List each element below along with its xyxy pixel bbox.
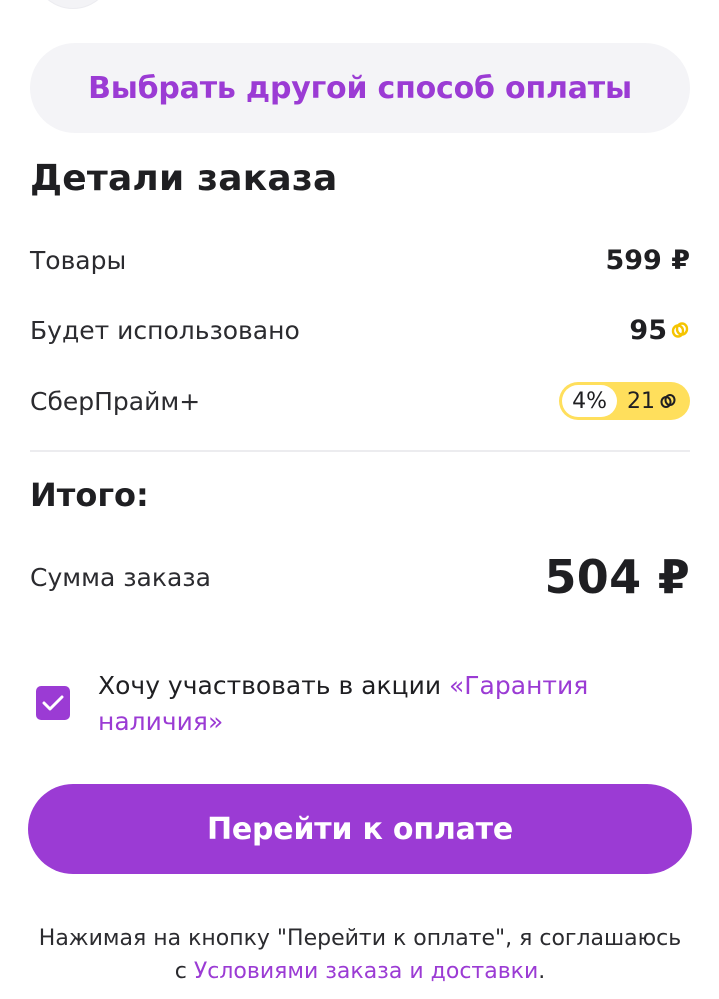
total-title: Итого: — [30, 476, 149, 514]
order-terms-link[interactable]: Условиями заказа и доставки — [194, 959, 538, 984]
go-to-payment-label: Перейти к оплате — [206, 811, 514, 847]
sberprime-row: СберПрайм+ 4% 21 — [30, 376, 690, 426]
goods-row: Товары 599 ₽ — [30, 235, 690, 285]
promo-text: Хочу участвовать в акции «Гарантия налич… — [98, 668, 688, 740]
order-details-title: Детали заказа — [30, 158, 338, 199]
bonus-used-label: Будет использовано — [30, 315, 300, 345]
sberprime-percent: 4% — [562, 385, 617, 417]
agreement-text-after: . — [538, 959, 546, 984]
choose-other-payment-button[interactable]: Выбрать другой способ оплаты — [30, 43, 690, 133]
sberprime-label: СберПрайм+ — [30, 386, 201, 416]
agreement-text: Нажимая на кнопку "Перейти к оплате", я … — [30, 922, 690, 988]
checkmark-icon — [42, 695, 64, 711]
goods-label: Товары — [30, 245, 127, 275]
sberprime-bonus-value: 21 — [627, 388, 655, 414]
go-to-payment-button[interactable]: Перейти к оплате — [28, 784, 692, 874]
goods-value: 599 ₽ — [605, 244, 690, 276]
order-sum-value: 504 ₽ — [544, 550, 690, 604]
bonus-used-row: Будет использовано 95 — [30, 305, 690, 355]
divider — [30, 450, 690, 452]
bonus-coin-icon — [671, 322, 689, 338]
bonus-used-value-wrap: 95 — [629, 315, 690, 346]
promo-text-label: Хочу участвовать в акции — [98, 671, 450, 700]
sberprime-bonus-wrap: 21 — [627, 389, 678, 414]
order-sum-label: Сумма заказа — [30, 562, 211, 592]
choose-other-payment-label: Выбрать другой способ оплаты — [88, 70, 632, 106]
top-round-element[interactable] — [34, 0, 112, 8]
promo-checkbox[interactable] — [36, 686, 70, 720]
bonus-used-value: 95 — [629, 314, 667, 346]
order-sum-row: Сумма заказа 504 ₽ — [30, 545, 690, 609]
bonus-coin-icon — [660, 394, 676, 408]
sberprime-bonus-pill: 4% 21 — [559, 382, 690, 420]
